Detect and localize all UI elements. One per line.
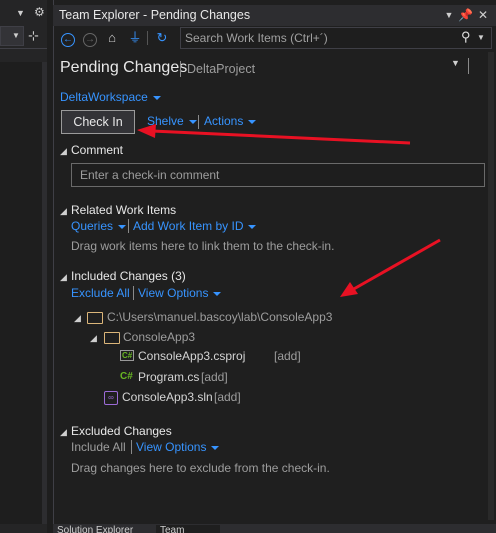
annotation-arrow-checkin	[137, 124, 411, 145]
annotation-arrows	[137, 124, 441, 297]
annotation-arrow-changes	[340, 238, 441, 297]
